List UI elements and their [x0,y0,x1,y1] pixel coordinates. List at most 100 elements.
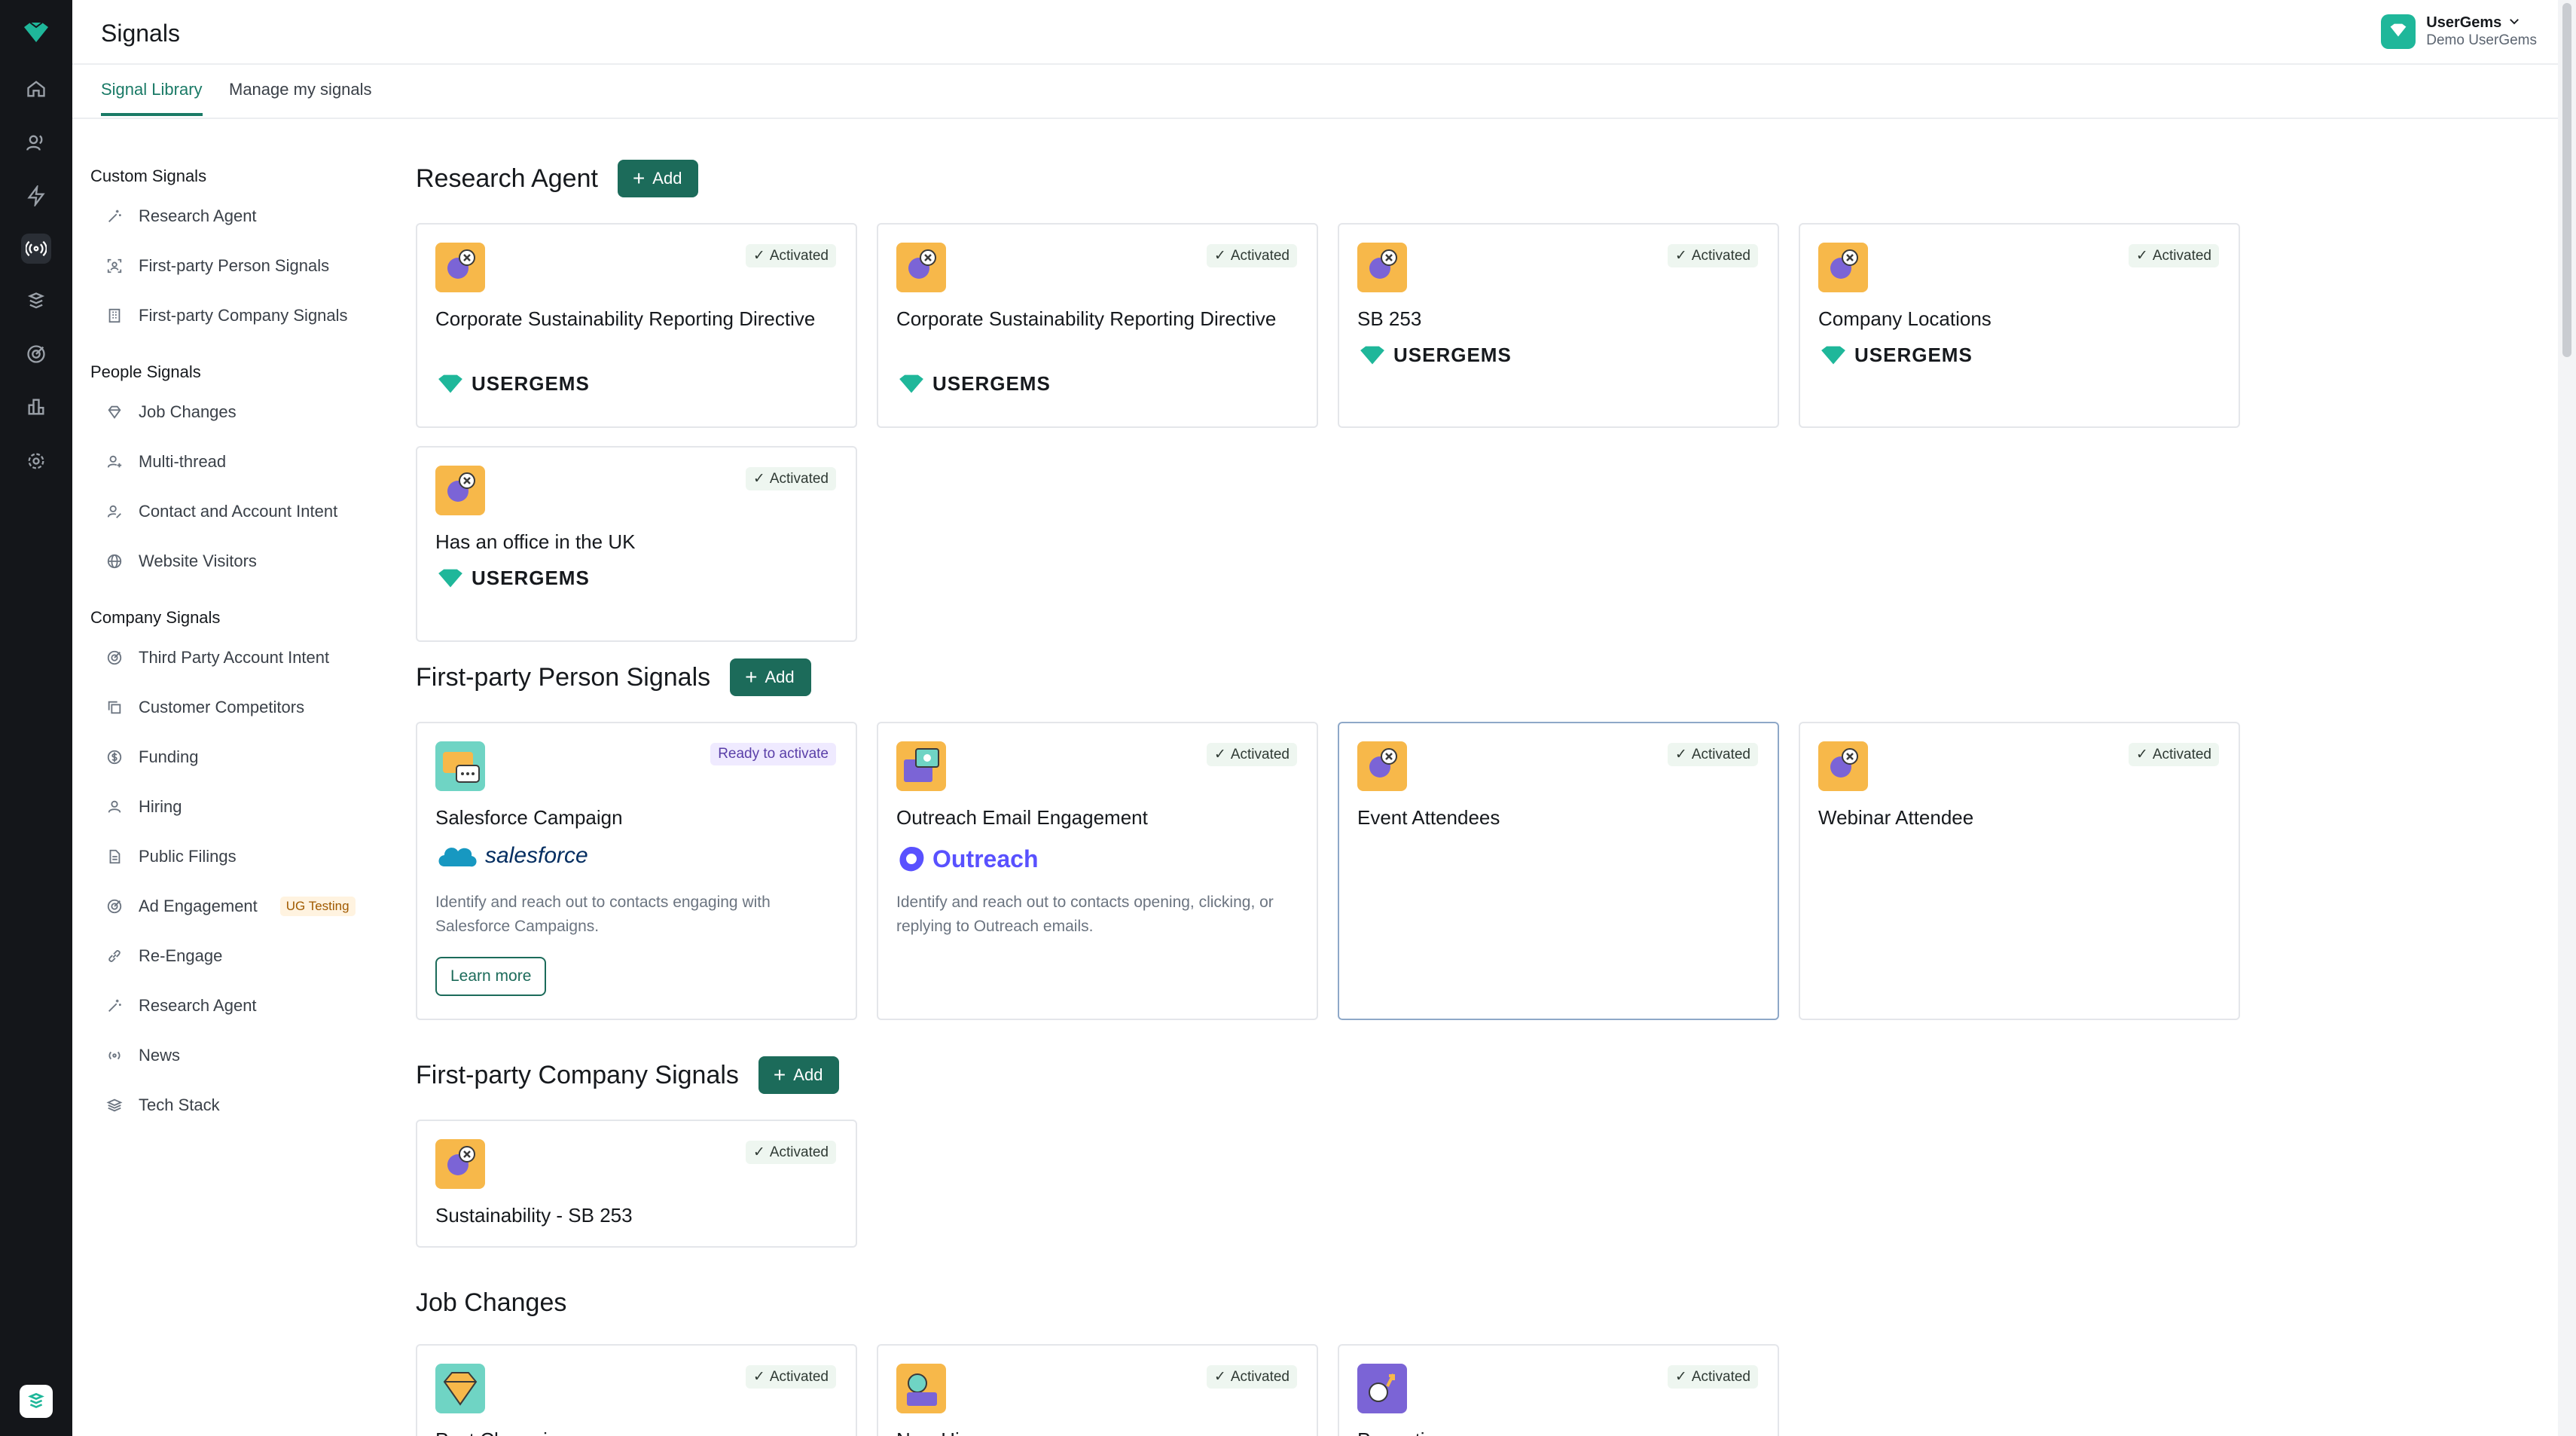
section-title: Research Agent [416,163,598,193]
sidebar-item-website-visitors[interactable]: Website Visitors [90,536,392,586]
gem-stack-icon[interactable] [21,286,51,316]
sidebar-item-label: Customer Competitors [139,698,305,716]
add-person-signal-button[interactable]: + Add [730,658,811,696]
usergems-brand: USERGEMS [1818,344,1973,367]
target-icon [105,897,124,915]
status-badge: ✓ Activated [2128,244,2219,267]
sidebar-item-label: Funding [139,747,199,766]
sidebar-item-funding[interactable]: Funding [90,732,392,782]
sidebar-item-research-agent[interactable]: Research Agent [90,191,392,241]
signal-card[interactable]: ✓Activated New Hires [877,1344,1318,1436]
salesforce-brand: salesforce [435,841,588,871]
signal-card[interactable]: ✓ Activated SB 253 USERGEMS [1338,223,1779,428]
people-icon[interactable] [21,128,51,158]
status-badge: ✓ Activated [745,1141,836,1164]
sidebar-item-ad-engagement[interactable]: Ad Engagement UG Testing [90,881,392,931]
sidebar-item-tech-stack[interactable]: Tech Stack [90,1080,392,1130]
add-company-signal-button[interactable]: + Add [758,1056,840,1094]
add-label: Add [652,169,682,188]
sidebar-item-multi-thread[interactable]: Multi-thread [90,437,392,487]
target-icon[interactable] [21,339,51,369]
add-label: Add [793,1065,823,1084]
status-badge: ✓ Activated [1667,1365,1758,1389]
research-agent-icon [435,466,485,515]
sidebar-item-public-filings[interactable]: Public Filings [90,832,392,881]
globe-icon [105,552,124,570]
status-badge: ✓ Activated [1206,244,1297,267]
status-badge: ✓ Activated [1667,244,1758,267]
card-description: Identify and reach out to contacts engag… [435,894,771,935]
sidebar-item-label: Tech Stack [139,1095,220,1114]
signal-card[interactable]: ✓ Activated Company Locations USERGEMS [1799,223,2240,428]
sidebar-item-news[interactable]: News [90,1031,392,1080]
tab-manage-my-signals[interactable]: Manage my signals [229,80,372,113]
usergems-brand: USERGEMS [435,372,590,396]
signal-card[interactable]: Ready to activate Salesforce Campaign sa… [416,722,857,1020]
status-text: Activated [2152,746,2211,762]
check-icon: ✓ [752,1369,765,1385]
signal-card[interactable]: ✓ Activated Event Attendees [1338,722,1779,1020]
home-icon[interactable] [21,74,51,104]
brand-text: USERGEMS [1393,344,1512,366]
add-research-agent-button[interactable]: + Add [617,160,699,197]
learn-more-button[interactable]: Learn more [435,957,547,996]
sidebar-heading-company: Company Signals [90,608,221,627]
status-text: Activated [1691,746,1750,762]
wand-icon [105,997,124,1015]
sidebar-item-research-agent-company[interactable]: Research Agent [90,981,392,1031]
account-name: UserGems [2426,14,2502,31]
section-title: First-party Person Signals [416,662,711,692]
sidebar-item-label: Public Filings [139,847,237,866]
status-text: Activated [769,1144,829,1160]
brand-text: USERGEMS [472,567,590,589]
signal-card[interactable]: ✓ Activated Corporate Sustainability Repo… [877,223,1318,428]
workspace-logo[interactable] [20,1385,53,1418]
status-badge: ✓ Activated [1206,743,1297,766]
person-edit-icon [105,503,124,521]
signal-card[interactable]: ✓ Activated Outreach Email Engagement Out… [877,722,1318,1020]
account-switcher[interactable]: UserGems Demo UserGems [2381,14,2537,50]
dollar-icon [105,748,124,766]
sidebar-item-hiring[interactable]: Hiring [90,782,392,832]
sidebar-item-first-party-company[interactable]: First-party Company Signals [90,291,392,341]
usergems-logo[interactable] [20,20,53,50]
sidebar-item-re-engage[interactable]: Re-Engage [90,931,392,981]
signal-card[interactable]: ✓ Activated Sustainability - SB 253 [416,1120,857,1248]
signal-card[interactable]: ✓ Activated Webinar Attendee [1799,722,2240,1020]
sidebar-item-contact-account-intent[interactable]: Contact and Account Intent [90,487,392,536]
signal-card[interactable]: ✓Activated Promotions [1338,1344,1779,1436]
sidebar-item-customer-competitors[interactable]: Customer Competitors [90,683,392,732]
sidebar-item-label: Job Changes [139,402,237,421]
brand-text: USERGEMS [932,372,1051,395]
chevron-down-icon [2507,14,2521,32]
card-title: Past Champions [435,1425,842,1436]
chat-bubble-icon [435,741,485,791]
status-badge: ✓ Activated [745,244,836,267]
building-icon [105,307,124,325]
sidebar-item-first-party-person[interactable]: First-party Person Signals [90,241,392,291]
signal-card[interactable]: ✓Activated Past Champions [416,1344,857,1436]
nav-rail [0,0,72,1436]
check-icon: ✓ [752,248,765,264]
card-title: New Hires [896,1425,1303,1436]
bolt-icon[interactable] [21,181,51,211]
page-title: Signals [101,20,180,47]
card-title: SB 253 [1357,307,1422,330]
signal-category-sidebar: Custom Signals Research Agent First-part… [90,151,392,1130]
scrollbar-thumb[interactable] [2562,3,2571,357]
sidebar-item-third-party-intent[interactable]: Third Party Account Intent [90,633,392,683]
signal-card[interactable]: ✓ Activated Corporate Sustainability Repo… [416,223,857,428]
check-icon: ✓ [752,471,765,487]
signals-icon[interactable] [21,234,51,264]
check-icon: ✓ [2135,747,2148,762]
page-scrollbar[interactable] [2558,0,2576,1436]
signal-card[interactable]: ✓ Activated Has an office in the UK USERG… [416,446,857,642]
status-badge: ✓ Activated [2128,743,2219,766]
analytics-icon[interactable] [21,392,51,422]
tab-signal-library[interactable]: Signal Library [101,80,203,116]
sidebar-item-job-changes[interactable]: Job Changes [90,387,392,437]
sidebar-item-label: Hiring [139,797,182,816]
research-agent-icon [1818,243,1868,292]
sidebar-item-label: Ad Engagement [139,897,258,915]
settings-icon[interactable] [21,446,51,476]
